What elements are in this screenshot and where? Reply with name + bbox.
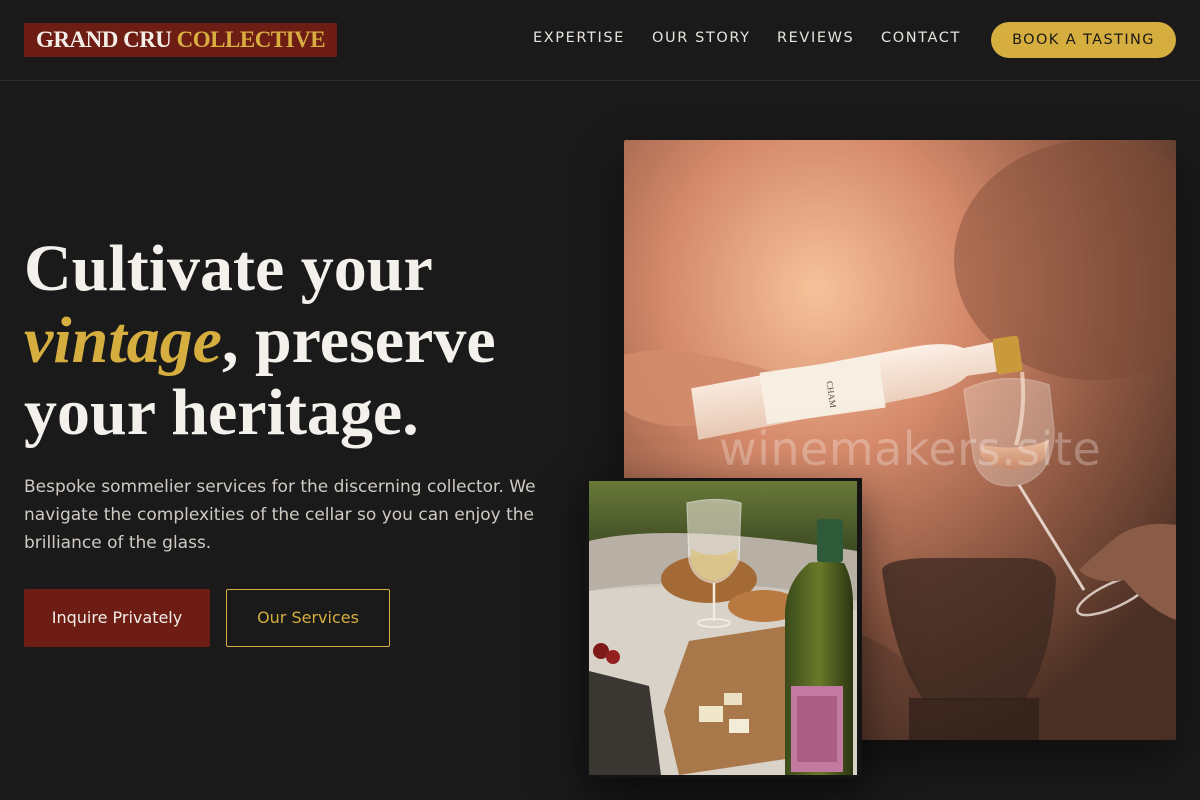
photo-watermark: winemakers.site (719, 422, 1102, 476)
nav-link-reviews[interactable]: REVIEWS (777, 30, 854, 46)
headline-line-2: , preserve (221, 304, 496, 377)
logo-text-primary: GRAND CRU (36, 27, 172, 52)
our-services-button[interactable]: Our Services (226, 589, 390, 647)
inquire-privately-button[interactable]: Inquire Privately (24, 589, 210, 647)
brand-logo[interactable]: GRAND CRU COLLECTIVE (24, 23, 338, 57)
picnic-wine-photo (589, 481, 857, 775)
book-tasting-button[interactable]: BOOK A TASTING (991, 22, 1176, 58)
picnic-photo-frame (586, 478, 862, 778)
logo-text-accent: COLLECTIVE (176, 27, 326, 52)
headline-line-1: Cultivate your (24, 232, 433, 305)
nav-link-expertise[interactable]: EXPERTISE (533, 30, 625, 46)
site-header: GRAND CRU COLLECTIVE EXPERTISE OUR STORY… (0, 0, 1200, 81)
nav-link-contact[interactable]: CONTACT (881, 30, 961, 46)
headline-emphasis: vintage (24, 304, 222, 377)
nav-link-our-story[interactable]: OUR STORY (652, 30, 751, 46)
hero-description: Bespoke sommelier services for the disce… (24, 477, 536, 553)
hero-headline: Cultivate your vintage, preserve your he… (24, 233, 584, 449)
headline-line-3: your heritage. (24, 376, 419, 449)
picnic-illustration (589, 481, 857, 775)
